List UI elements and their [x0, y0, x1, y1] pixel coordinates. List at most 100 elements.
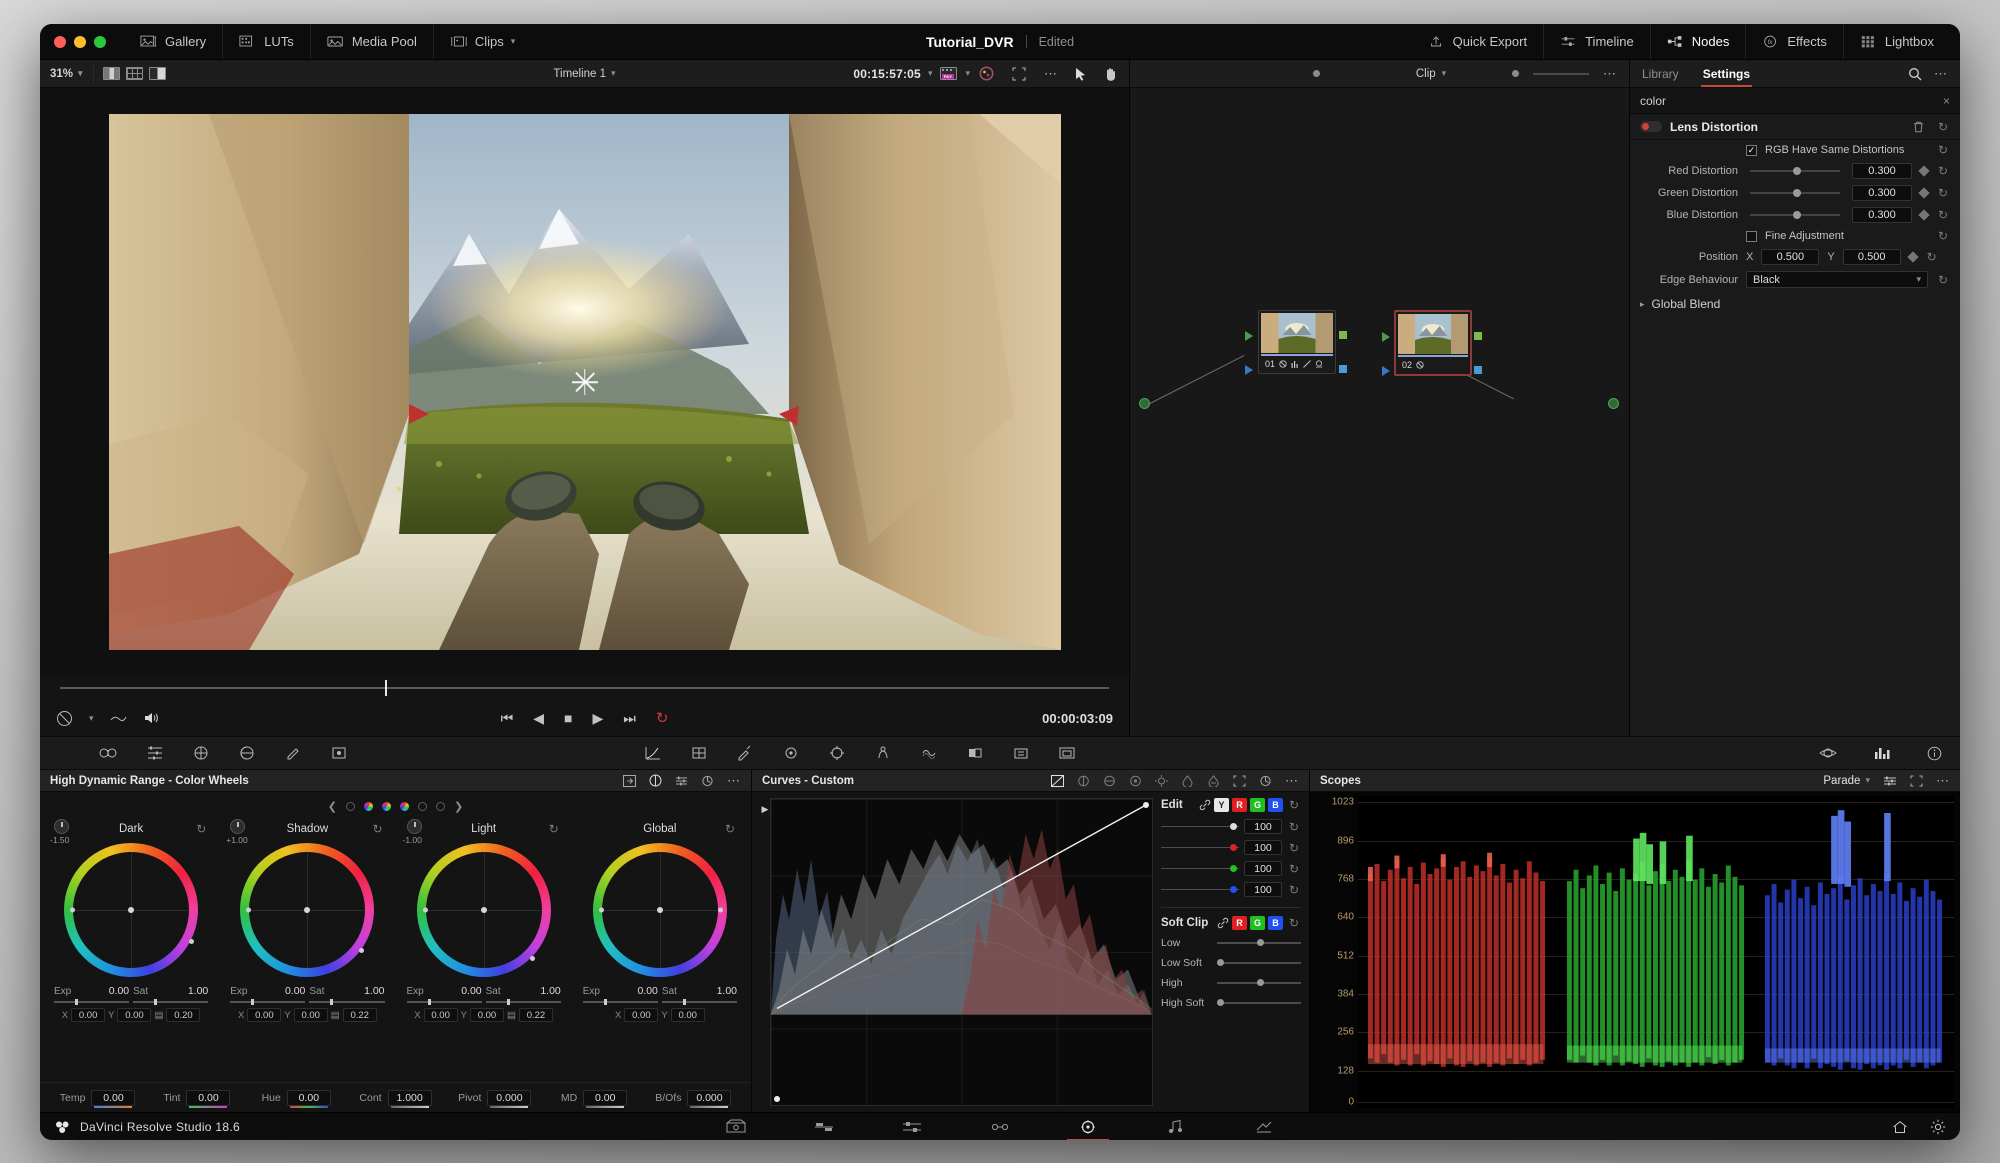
- sat-value[interactable]: 1.00: [188, 985, 208, 997]
- effects-button[interactable]: fx Effects: [1745, 24, 1843, 59]
- search-input[interactable]: [1640, 93, 1943, 108]
- split-view-icon[interactable]: [102, 67, 120, 80]
- sat-slider[interactable]: [309, 999, 385, 1005]
- y-value[interactable]: 0.00: [670, 1008, 705, 1022]
- deliver-page-button[interactable]: [1249, 1117, 1279, 1137]
- curve-hue-vs-hue-icon[interactable]: [1077, 775, 1090, 787]
- sat-slider[interactable]: [661, 999, 737, 1005]
- softclip-high-slider[interactable]: [1217, 979, 1301, 987]
- curve-sat-vs-sat-icon[interactable]: [1181, 774, 1194, 787]
- green-distortion-slider[interactable]: [1750, 189, 1840, 197]
- node-input-green-icon[interactable]: [1245, 331, 1253, 341]
- sat-value[interactable]: 1.00: [717, 985, 737, 997]
- play-reverse-button[interactable]: ◀: [533, 711, 544, 725]
- blue-distortion-slider[interactable]: [1750, 211, 1840, 219]
- keyframe-icon[interactable]: [1918, 209, 1930, 221]
- tint-value[interactable]: 0.00: [186, 1089, 231, 1108]
- node-disable-icon[interactable]: [1279, 360, 1287, 368]
- curves-tool-icon[interactable]: [630, 740, 676, 766]
- gallery-button[interactable]: Gallery: [124, 24, 222, 59]
- exp-value[interactable]: 0.00: [109, 985, 129, 997]
- node-output-blue-icon[interactable]: [1474, 366, 1482, 374]
- curve-hue-vs-sat-icon[interactable]: [1103, 775, 1116, 787]
- node-zoom-slider[interactable]: [1533, 72, 1589, 75]
- green-distortion-value[interactable]: 0.300: [1852, 185, 1912, 201]
- lens-distortion-toggle[interactable]: [1640, 121, 1662, 132]
- node-curve-icon[interactable]: [1303, 360, 1311, 368]
- cont-value[interactable]: 1.000: [387, 1089, 432, 1108]
- sat-slider[interactable]: [485, 999, 561, 1005]
- wheel-center-point[interactable]: [128, 907, 135, 913]
- temp-value[interactable]: 0.00: [91, 1089, 136, 1108]
- pager-dot[interactable]: [400, 801, 409, 811]
- jump-to-start-button[interactable]: ⏮: [501, 711, 514, 725]
- curve-point-low[interactable]: [774, 1096, 780, 1102]
- reset-icon[interactable]: ↻: [1287, 820, 1301, 834]
- pager-prev-icon[interactable]: ❮: [328, 800, 337, 813]
- scopes-fullscreen-icon[interactable]: [1910, 775, 1923, 787]
- reset-icon[interactable]: ↻: [1287, 798, 1301, 812]
- grid-view-icon[interactable]: [125, 67, 143, 80]
- wheel-knob-icon[interactable]: [230, 819, 246, 834]
- wheels-options-icon[interactable]: ⋯: [727, 773, 741, 789]
- zoom-control[interactable]: 31% ▾: [40, 68, 93, 80]
- node-options-icon[interactable]: ⋯: [1603, 66, 1617, 82]
- edit-value-r[interactable]: 100: [1244, 840, 1282, 855]
- node-output-green-icon[interactable]: [1474, 332, 1482, 340]
- lightbox-button[interactable]: Lightbox: [1842, 24, 1950, 59]
- gear-icon[interactable]: [1930, 1119, 1946, 1135]
- cut-page-button[interactable]: [809, 1117, 839, 1137]
- red-distortion-value[interactable]: 0.300: [1852, 163, 1912, 179]
- curve-hue-vs-lum-icon[interactable]: [1129, 775, 1142, 787]
- x-value[interactable]: 0.00: [423, 1008, 458, 1022]
- exp-slider[interactable]: [230, 999, 306, 1005]
- pointer-tool-icon[interactable]: [1067, 67, 1096, 81]
- rgb-same-distortions-checkbox[interactable]: ✓: [1746, 144, 1757, 156]
- primaries-bars-icon[interactable]: [132, 740, 178, 766]
- node-hdr-icon[interactable]: HDR: [1315, 360, 1324, 368]
- key-icon[interactable]: [952, 740, 998, 766]
- magic-mask-icon[interactable]: [860, 740, 906, 766]
- exp-slider[interactable]: [582, 999, 658, 1005]
- exp-value[interactable]: 0.00: [285, 985, 305, 997]
- window-controls[interactable]: [40, 35, 106, 48]
- sat-value[interactable]: 1.00: [540, 985, 560, 997]
- node-output-green-icon[interactable]: [1339, 331, 1347, 339]
- color-warper-icon[interactable]: [224, 740, 270, 766]
- node-input-green-icon[interactable]: [1382, 332, 1390, 342]
- fusion-page-button[interactable]: [985, 1117, 1015, 1137]
- softclip-highsoft-slider[interactable]: [1217, 999, 1301, 1007]
- viewer-options-icon[interactable]: ⋯: [1035, 66, 1067, 82]
- media-pool-button[interactable]: Media Pool: [309, 24, 433, 59]
- source-timecode[interactable]: 00:15:57:05: [846, 67, 928, 81]
- pager-dot[interactable]: [382, 801, 391, 811]
- stabilizer-icon[interactable]: [1044, 740, 1090, 766]
- pager-next-icon[interactable]: ❯: [454, 800, 463, 813]
- luma-value[interactable]: 0.22: [518, 1008, 553, 1022]
- wheel-center-point[interactable]: [480, 907, 487, 913]
- scope-graph[interactable]: [1358, 796, 1954, 1108]
- reset-icon[interactable]: ↻: [1936, 164, 1950, 178]
- x-value[interactable]: 0.00: [247, 1008, 282, 1022]
- bofs-value[interactable]: 0.000: [687, 1089, 732, 1108]
- playhead[interactable]: [385, 680, 388, 696]
- color-page-button[interactable]: [1067, 1117, 1109, 1140]
- y-value[interactable]: 0.00: [469, 1008, 504, 1022]
- scopes-toggle-icon[interactable]: [1873, 746, 1891, 760]
- position-y-value[interactable]: 0.500: [1842, 249, 1901, 265]
- edit-slider-g[interactable]: [1161, 864, 1239, 872]
- scopes-settings-icon[interactable]: [1883, 775, 1897, 787]
- highlight-icon[interactable]: [1819, 746, 1837, 760]
- inspector-search-row[interactable]: ×: [1630, 88, 1960, 114]
- pager-dot[interactable]: [364, 801, 373, 811]
- wheel-ring[interactable]: [64, 843, 199, 977]
- edit-value-y[interactable]: 100: [1244, 819, 1282, 834]
- nodes-button[interactable]: Nodes: [1649, 24, 1746, 59]
- node-output-blue-icon[interactable]: [1339, 365, 1347, 373]
- x-value[interactable]: 0.00: [624, 1008, 659, 1022]
- home-icon[interactable]: [1892, 1120, 1908, 1134]
- reset-icon[interactable]: ↻: [1936, 273, 1950, 287]
- clips-button[interactable]: Clips ▾: [432, 24, 531, 59]
- search-icon[interactable]: [1908, 67, 1922, 81]
- channel-g-button[interactable]: G: [1250, 798, 1265, 812]
